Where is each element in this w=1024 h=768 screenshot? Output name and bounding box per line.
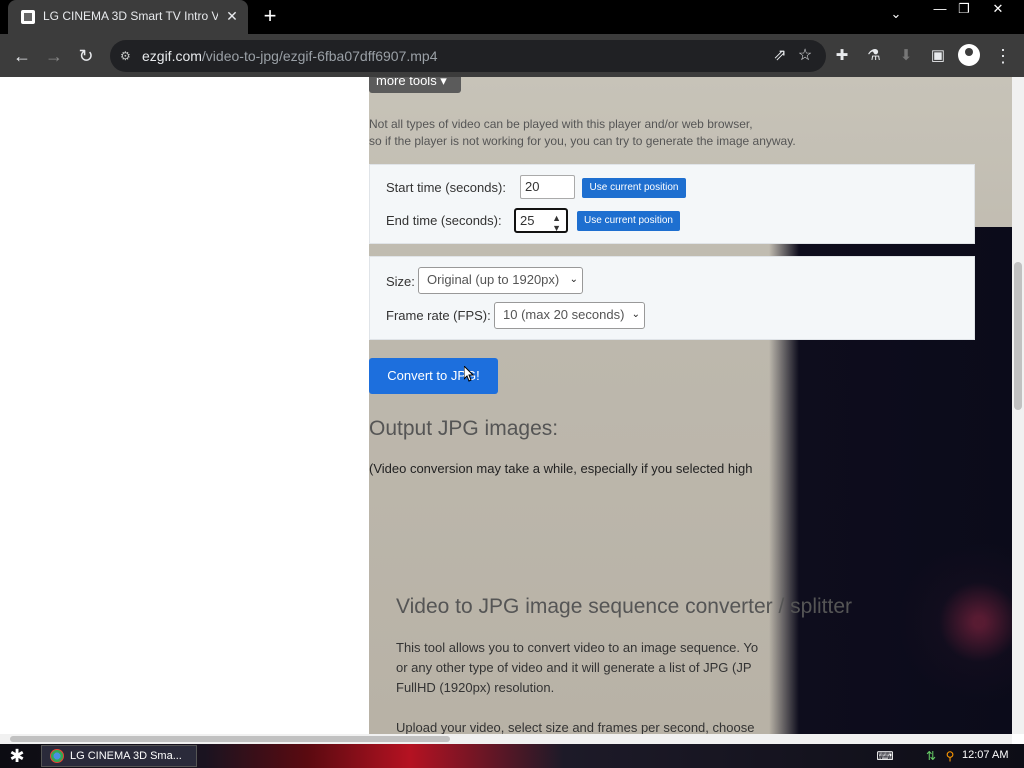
chevron-down-icon: ⌄ (631, 309, 640, 320)
site-info-icon[interactable]: ⚙ (120, 48, 136, 64)
chrome-icon (50, 749, 64, 763)
player-note-line2: so if the player is not working for you,… (369, 134, 796, 148)
taskbar-clock[interactable]: 12:07 AM (962, 749, 1008, 761)
frame-rate-select[interactable]: 10 (max 20 seconds) ⌄ (494, 302, 645, 329)
end-time-label: End time (seconds): (386, 213, 502, 228)
browser-tab[interactable]: LG CINEMA 3D Smart TV Intro Vide ✕ (8, 0, 248, 34)
taskbar: ✱ LG CINEMA 3D Sma... ⌨ ⇅ ⚲ 12:07 AM (0, 744, 1024, 768)
address-bar[interactable]: ⚙ ezgif.com/video-to-jpg/ezgif-6fba07dff… (110, 40, 826, 72)
end-time-input[interactable]: 25 ▲ ▼ (514, 208, 568, 233)
start-use-current-position-button[interactable]: Use current position (582, 178, 686, 198)
close-tab-icon[interactable]: ✕ (223, 7, 241, 25)
url-host: ezgif.com (142, 48, 202, 64)
search-icon[interactable]: ⚲ (941, 747, 959, 765)
menu-icon[interactable]: ⋮ (990, 43, 1016, 69)
profile-avatar-icon[interactable] (958, 44, 980, 66)
labs-flask-icon[interactable]: ⚗ (861, 43, 887, 69)
description-line2: or any other type of video and it will g… (396, 660, 752, 675)
url-path: /video-to-jpg/ezgif-6fba07dff6907.mp4 (201, 48, 438, 64)
more-tools-button[interactable]: more tools ▾ (369, 77, 461, 93)
bookmark-star-icon[interactable]: ☆ (795, 46, 815, 66)
output-title: Output JPG images: (369, 417, 559, 440)
extensions-icon[interactable]: ✚ (829, 43, 855, 69)
content-area: more tools ▾ Not all types of video can … (369, 77, 1012, 734)
tab-strip: LG CINEMA 3D Smart TV Intro Vide ✕ + ⌄ —… (0, 0, 1024, 34)
horizontal-scrollbar[interactable] (0, 734, 1012, 744)
output-options-panel: Size: Original (up to 1920px) ⌄ Frame rat… (369, 256, 975, 340)
side-panel-icon[interactable]: ▣ (925, 43, 951, 69)
time-range-panel: Start time (seconds): 20 Use current pos… (369, 164, 975, 244)
new-tab-icon[interactable]: + (258, 5, 282, 29)
url-text: ezgif.com/video-to-jpg/ezgif-6fba07dff69… (142, 48, 438, 64)
description-line3: FullHD (1920px) resolution. (396, 680, 555, 695)
end-use-current-position-button[interactable]: Use current position (577, 211, 680, 231)
horizontal-scroll-thumb[interactable] (10, 736, 450, 742)
size-label: Size: (386, 274, 415, 289)
download-icon[interactable]: ⬇ (893, 43, 919, 69)
keyboard-icon[interactable]: ⌨ (876, 747, 894, 765)
reload-icon[interactable]: ↻ (73, 43, 99, 69)
convert-to-jpg-button[interactable]: Convert to JPG! (369, 358, 498, 394)
tab-title: LG CINEMA 3D Smart TV Intro Vide (43, 9, 218, 23)
start-time-label: Start time (seconds): (386, 180, 506, 195)
frame-rate-label: Frame rate (FPS): (386, 308, 491, 323)
vertical-scrollbar[interactable] (1012, 77, 1024, 734)
taskbar-item-label: LG CINEMA 3D Sma... (70, 750, 182, 762)
film-icon (21, 10, 35, 24)
back-icon[interactable]: ← (9, 43, 35, 69)
tab-search-icon[interactable]: ⌄ (884, 6, 908, 28)
size-selected-value: Original (up to 1920px) (427, 272, 560, 287)
start-time-input[interactable]: 20 (520, 175, 575, 199)
network-icon[interactable]: ⇅ (922, 747, 940, 765)
end-time-value: 25 (520, 213, 535, 228)
page-viewport: more tools ▾ Not all types of video can … (0, 77, 1012, 734)
restore-icon[interactable]: ❐ (947, 0, 981, 18)
mouse-cursor-icon (464, 366, 474, 382)
description-line1: This tool allows you to convert video to… (396, 640, 759, 655)
frame-rate-selected-value: 10 (max 20 seconds) (503, 307, 625, 322)
share-icon[interactable]: ⇗ (770, 46, 790, 66)
section-title: Video to JPG image sequence converter / … (396, 595, 853, 618)
chevron-down-icon: ⌄ (569, 274, 578, 285)
description-para2-line1: Upload your video, select size and frame… (396, 720, 755, 734)
taskbar-item-chrome[interactable]: LG CINEMA 3D Sma... (41, 745, 197, 767)
vertical-scroll-thumb[interactable] (1014, 262, 1022, 410)
start-button[interactable]: ✱ (6, 746, 28, 766)
spinner-icon[interactable]: ▲ ▼ (552, 213, 561, 233)
player-note-line1: Not all types of video can be played wit… (369, 117, 753, 131)
output-note: (Video conversion may take a while, espe… (369, 461, 753, 476)
forward-icon[interactable]: → (41, 43, 67, 69)
size-select[interactable]: Original (up to 1920px) ⌄ (418, 267, 583, 294)
window-close-icon[interactable]: ✕ (981, 0, 1015, 18)
browser-toolbar: ← → ↻ ⚙ ezgif.com/video-to-jpg/ezgif-6fb… (0, 34, 1024, 77)
